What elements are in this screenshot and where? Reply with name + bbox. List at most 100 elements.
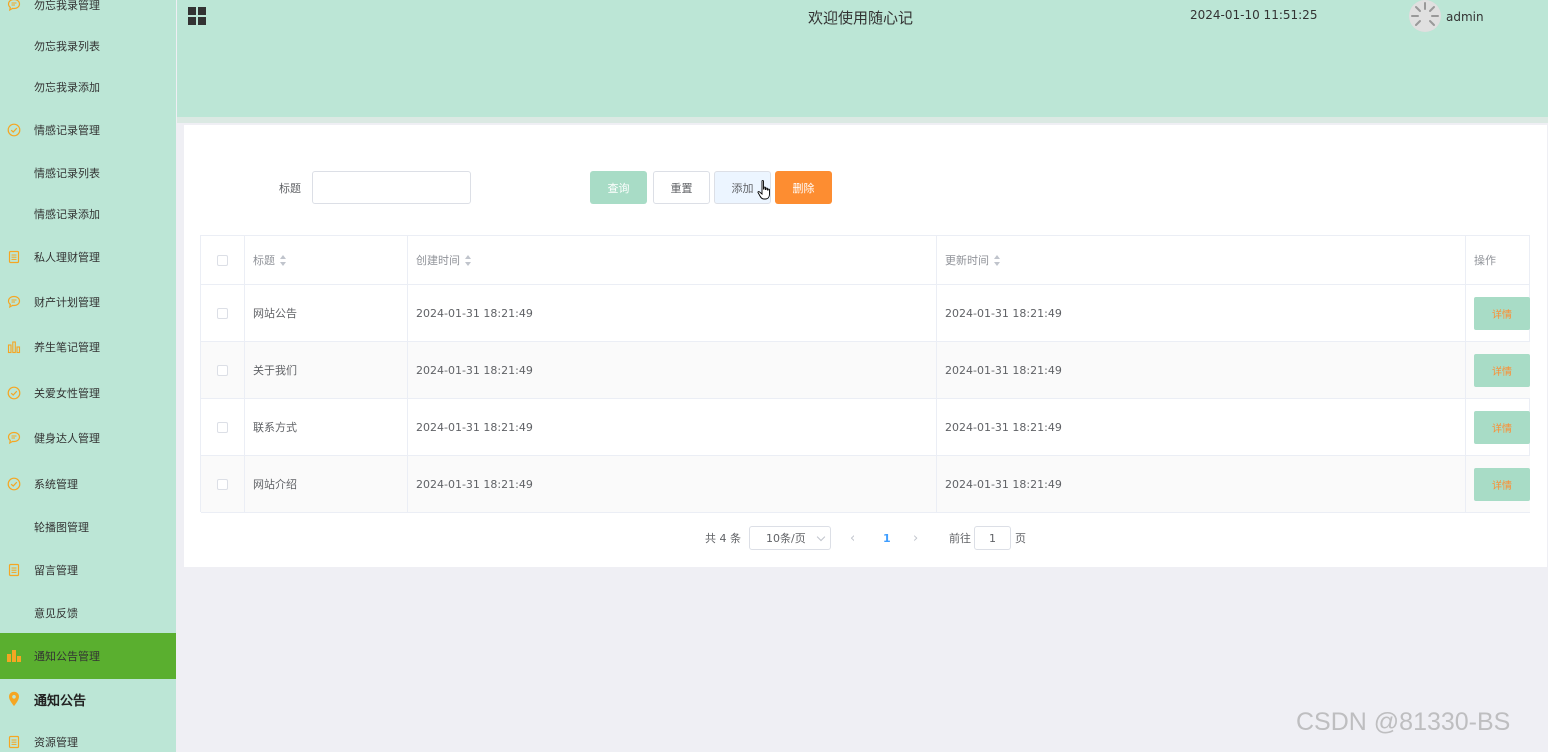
hand-cursor-icon — [757, 180, 770, 200]
sort-icon[interactable] — [994, 254, 1001, 266]
user-name[interactable]: admin — [1446, 10, 1484, 24]
sidebar-item[interactable]: 留言管理 — [0, 550, 176, 590]
search-title-input[interactable] — [312, 171, 471, 204]
chat-bubble-icon — [6, 0, 22, 13]
cell-created: 2024-01-31 18:21:49 — [408, 342, 937, 398]
prev-page-button[interactable]: ‹ — [850, 526, 855, 550]
column-header-created[interactable]: 创建时间 — [408, 236, 937, 284]
sidebar-item-label: 关爱女性管理 — [34, 387, 100, 400]
document-icon — [6, 249, 22, 265]
sidebar-item-label: 情感记录列表 — [34, 167, 100, 180]
detail-button[interactable]: 详情 — [1474, 296, 1530, 330]
delete-button[interactable]: 删除 — [775, 171, 832, 204]
row-checkbox[interactable] — [217, 421, 228, 433]
next-page-button[interactable]: › — [913, 526, 918, 550]
sidebar-item[interactable]: 情感记录管理 — [0, 110, 176, 150]
header-divider — [177, 117, 1548, 123]
sort-icon[interactable] — [280, 254, 287, 266]
table-header-row: 标题 创建时间 更新时间 操作 — [201, 236, 1530, 285]
cell-updated: 2024-01-31 18:21:49 — [937, 342, 1466, 398]
document-icon — [6, 734, 22, 750]
sidebar-item-label: 勿忘我录添加 — [34, 81, 100, 94]
sidebar-item[interactable]: 财产计划管理 — [0, 282, 176, 322]
cell-operation: 详情 — [1466, 399, 1530, 455]
sidebar-item[interactable]: 养生笔记管理 — [0, 327, 176, 367]
notice-table: 标题 创建时间 更新时间 操作 网站公告 2024-01-31 18:21:49 2… — [200, 235, 1530, 513]
cell-title: 网站公告 — [245, 285, 408, 341]
sort-icon[interactable] — [465, 254, 472, 266]
sidebar-item-label: 通知公告管理 — [34, 650, 100, 663]
sidebar-item[interactable]: 勿忘我录管理 — [0, 0, 176, 25]
sidebar-item[interactable]: 情感记录列表 — [0, 153, 176, 193]
sidebar-item[interactable]: 健身达人管理 — [0, 418, 176, 458]
chat-bubble-icon — [6, 294, 22, 310]
sidebar-item[interactable]: 意见反馈 — [0, 593, 176, 633]
page-title: 欢迎使用随心记 — [808, 9, 914, 27]
menu-toggle-icon[interactable] — [188, 7, 206, 25]
avatar[interactable] — [1409, 0, 1441, 32]
row-select-cell — [201, 456, 245, 512]
row-select-cell — [201, 399, 245, 455]
sidebar-item-label: 财产计划管理 — [34, 296, 100, 309]
sidebar-item[interactable]: 情感记录添加 — [0, 194, 176, 234]
table-row: 网站公告 2024-01-31 18:21:49 2024-01-31 18:21:… — [201, 285, 1530, 342]
check-circle-icon — [6, 476, 22, 492]
sidebar-item-label: 勿忘我录列表 — [34, 40, 100, 53]
cell-updated: 2024-01-31 18:21:49 — [937, 456, 1466, 512]
sidebar-item[interactable]: 私人理财管理 — [0, 237, 176, 277]
goto-label: 前往 — [949, 532, 971, 545]
sidebar-item-label: 留言管理 — [34, 564, 78, 577]
cell-updated: 2024-01-31 18:21:49 — [937, 399, 1466, 455]
check-circle-icon — [6, 385, 22, 401]
sidebar-item-label: 健身达人管理 — [34, 432, 100, 445]
search-title-label: 标题 — [279, 182, 301, 195]
row-select-cell — [201, 342, 245, 398]
sidebar-item[interactable]: 关爱女性管理 — [0, 373, 176, 413]
table-row: 关于我们 2024-01-31 18:21:49 2024-01-31 18:21:… — [201, 342, 1530, 399]
chat-bubble-icon — [6, 430, 22, 446]
sidebar-item[interactable]: 系统管理 — [0, 464, 176, 504]
cell-operation: 详情 — [1466, 342, 1530, 398]
sidebar-item[interactable]: 通知公告 — [0, 679, 176, 719]
page-number-current[interactable]: 1 — [883, 526, 891, 550]
column-header-updated[interactable]: 更新时间 — [937, 236, 1466, 284]
sidebar-item-label: 勿忘我录管理 — [34, 0, 100, 12]
sidebar-item-label: 私人理财管理 — [34, 251, 100, 264]
sidebar-item[interactable]: 通知公告管理 — [0, 633, 176, 679]
row-checkbox[interactable] — [217, 364, 228, 376]
goto-page-input[interactable]: 1 — [974, 526, 1011, 550]
sidebar-item-label: 养生笔记管理 — [34, 341, 100, 354]
select-all-checkbox[interactable] — [217, 254, 228, 266]
page-size-select[interactable]: 10条/页 — [749, 526, 831, 550]
cell-updated: 2024-01-31 18:21:49 — [937, 285, 1466, 341]
sidebar-item[interactable]: 资源管理 — [0, 722, 176, 752]
cell-created: 2024-01-31 18:21:49 — [408, 456, 937, 512]
chevron-down-icon — [816, 532, 826, 542]
cell-operation: 详情 — [1466, 285, 1530, 341]
select-all-cell — [201, 236, 245, 284]
sidebar-item[interactable]: 轮播图管理 — [0, 507, 176, 547]
detail-button[interactable]: 详情 — [1474, 410, 1530, 444]
sidebar-item-label: 情感记录管理 — [34, 124, 100, 137]
cell-title: 关于我们 — [245, 342, 408, 398]
page-suffix: 页 — [1015, 532, 1026, 545]
cell-operation: 详情 — [1466, 456, 1530, 512]
sidebar-item[interactable]: 勿忘我录列表 — [0, 26, 176, 66]
sidebar-item-label: 通知公告 — [34, 693, 87, 709]
pagination-total: 共 4 条 — [705, 532, 741, 545]
row-select-cell — [201, 285, 245, 341]
sidebar-item-label: 情感记录添加 — [34, 208, 100, 221]
row-checkbox[interactable] — [217, 478, 228, 490]
detail-button[interactable]: 详情 — [1474, 353, 1530, 387]
column-header-title[interactable]: 标题 — [245, 236, 408, 284]
sidebar-item-label: 系统管理 — [34, 478, 78, 491]
cell-title: 联系方式 — [245, 399, 408, 455]
row-checkbox[interactable] — [217, 307, 228, 319]
reset-button[interactable]: 重置 — [653, 171, 710, 204]
search-button[interactable]: 查询 — [590, 171, 647, 204]
sidebar-item[interactable]: 勿忘我录添加 — [0, 67, 176, 107]
cell-created: 2024-01-31 18:21:49 — [408, 399, 937, 455]
detail-button[interactable]: 详情 — [1474, 467, 1530, 501]
watermark: CSDN @81330-BS — [1296, 708, 1511, 736]
bar-chart-icon — [6, 648, 22, 664]
